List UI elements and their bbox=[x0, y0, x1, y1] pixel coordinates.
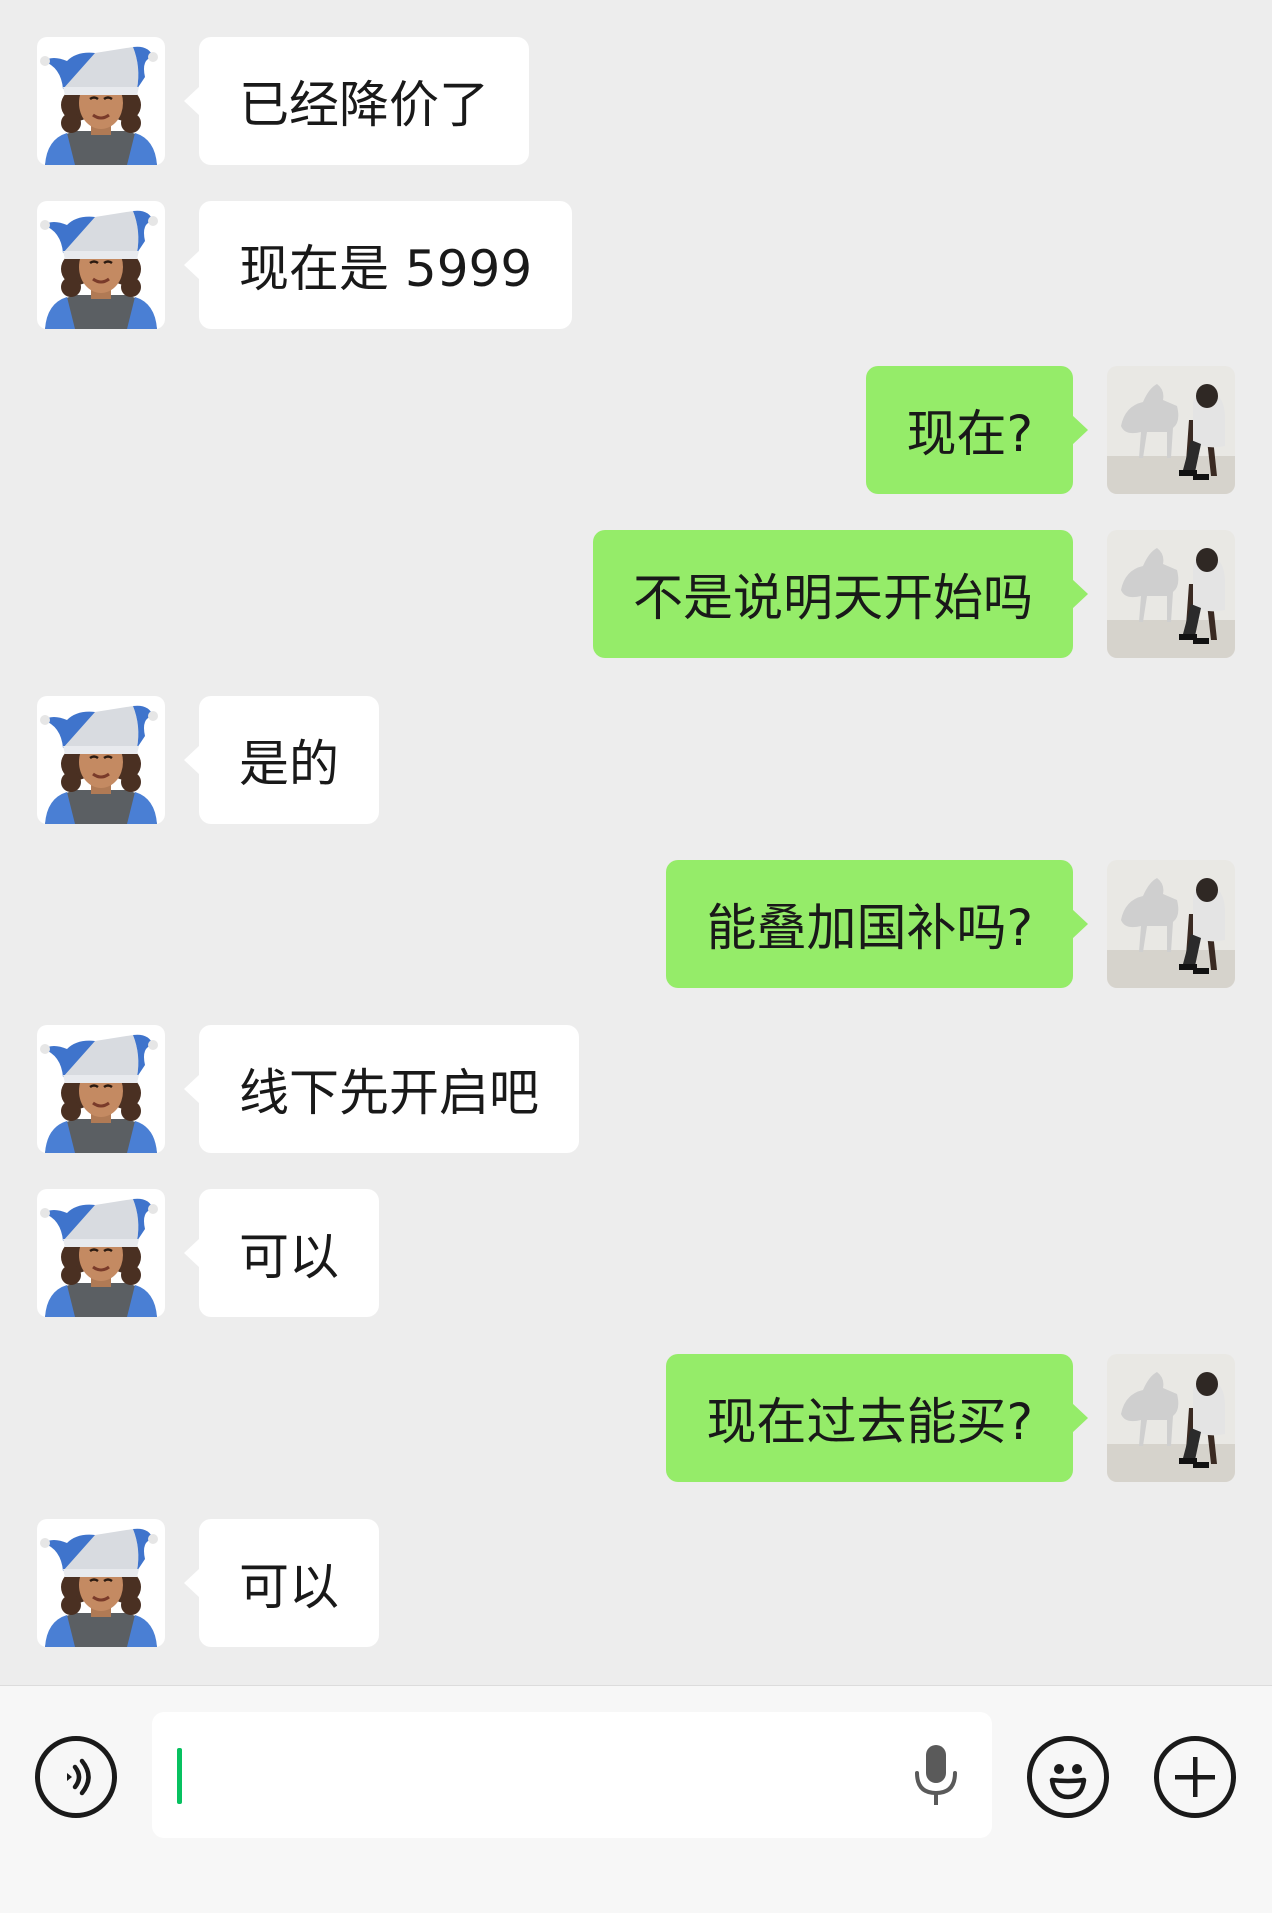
bubble-tail bbox=[1072, 1403, 1088, 1433]
bubble-tail bbox=[1072, 579, 1088, 609]
horse-statue-photo-avatar-icon bbox=[1107, 1354, 1235, 1482]
message-bubble[interactable]: 不是说明天开始吗 bbox=[593, 530, 1073, 658]
jester-memoji-avatar-icon bbox=[37, 1519, 165, 1647]
message-bubble[interactable]: 可以 bbox=[199, 1519, 379, 1647]
jester-memoji-avatar-icon bbox=[37, 696, 165, 824]
microphone-icon[interactable] bbox=[911, 1743, 961, 1807]
avatar[interactable] bbox=[37, 1519, 165, 1647]
avatar[interactable] bbox=[1107, 1354, 1235, 1482]
message-row: 现在过去能买? bbox=[0, 1354, 1272, 1482]
avatar[interactable] bbox=[1107, 366, 1235, 494]
message-row: 已经降价了 bbox=[0, 37, 1272, 165]
message-row: 不是说明天开始吗 bbox=[0, 530, 1272, 658]
bubble-tail bbox=[184, 1074, 200, 1104]
message-bubble[interactable]: 能叠加国补吗? bbox=[666, 860, 1073, 988]
emoji-icon bbox=[1049, 1764, 1087, 1800]
avatar[interactable] bbox=[1107, 530, 1235, 658]
message-row: 可以 bbox=[0, 1189, 1272, 1317]
avatar[interactable] bbox=[37, 37, 165, 165]
avatar[interactable] bbox=[37, 1025, 165, 1153]
avatar[interactable] bbox=[1107, 860, 1235, 988]
horse-statue-photo-avatar-icon bbox=[1107, 366, 1235, 494]
message-row: 可以 bbox=[0, 1519, 1272, 1647]
horse-statue-photo-avatar-icon bbox=[1107, 530, 1235, 658]
jester-memoji-avatar-icon bbox=[37, 37, 165, 165]
message-bubble[interactable]: 现在是 5999 bbox=[199, 201, 573, 329]
message-bubble[interactable]: 是的 bbox=[199, 696, 379, 824]
message-input[interactable] bbox=[152, 1712, 992, 1838]
bubble-tail bbox=[184, 745, 200, 775]
avatar[interactable] bbox=[37, 696, 165, 824]
bubble-tail bbox=[184, 1568, 200, 1598]
chat-message-list[interactable]: 已经降价了 现在是 5999 现在? 不是说明天开始吗 是的 能叠加国补吗? 线… bbox=[0, 0, 1272, 1685]
more-actions-button[interactable] bbox=[1154, 1736, 1236, 1818]
bubble-tail bbox=[184, 86, 200, 116]
emoji-button[interactable] bbox=[1027, 1736, 1109, 1818]
bubble-tail bbox=[184, 250, 200, 280]
message-row: 线下先开启吧 bbox=[0, 1025, 1272, 1153]
message-row: 能叠加国补吗? bbox=[0, 860, 1272, 988]
message-bubble[interactable]: 现在过去能买? bbox=[666, 1354, 1073, 1482]
message-bubble[interactable]: 可以 bbox=[199, 1189, 379, 1317]
message-row: 现在是 5999 bbox=[0, 201, 1272, 329]
chat-input-bar bbox=[0, 1685, 1272, 1913]
message-bubble[interactable]: 已经降价了 bbox=[199, 37, 529, 165]
bubble-tail bbox=[184, 1238, 200, 1268]
horse-statue-photo-avatar-icon bbox=[1107, 860, 1235, 988]
avatar[interactable] bbox=[37, 1189, 165, 1317]
avatar[interactable] bbox=[37, 201, 165, 329]
message-row: 是的 bbox=[0, 696, 1272, 824]
voice-mode-button[interactable] bbox=[35, 1736, 117, 1818]
message-bubble[interactable]: 现在? bbox=[866, 366, 1073, 494]
text-caret bbox=[177, 1748, 182, 1804]
bubble-tail bbox=[1072, 909, 1088, 939]
jester-memoji-avatar-icon bbox=[37, 1189, 165, 1317]
voice-mode-icon bbox=[67, 1758, 91, 1796]
message-row: 现在? bbox=[0, 366, 1272, 494]
jester-memoji-avatar-icon bbox=[37, 1025, 165, 1153]
plus-icon bbox=[1175, 1757, 1215, 1797]
jester-memoji-avatar-icon bbox=[37, 201, 165, 329]
bubble-tail bbox=[1072, 415, 1088, 445]
message-bubble[interactable]: 线下先开启吧 bbox=[199, 1025, 579, 1153]
